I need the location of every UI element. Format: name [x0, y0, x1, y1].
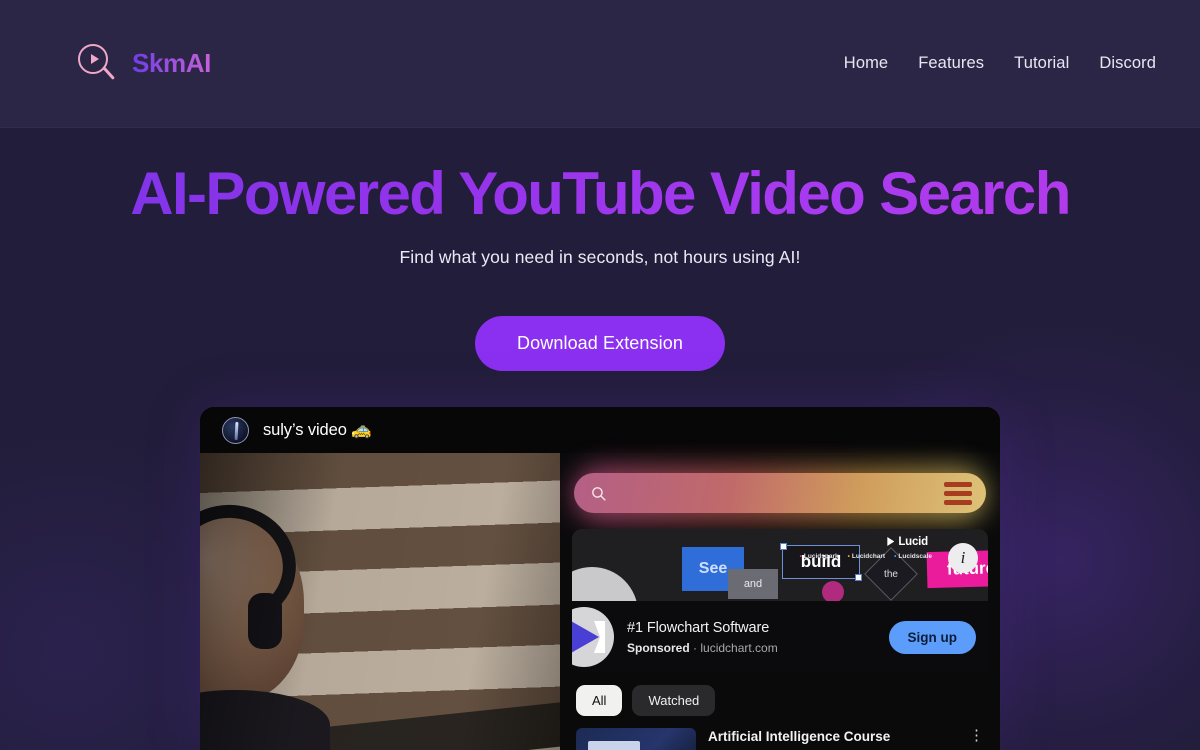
- ad-banner-image: See and build the future Lucid Lucidspar…: [572, 529, 988, 601]
- ad-banner-blob: [572, 567, 638, 601]
- ad-subbrand-list: Lucidspark Lucidchart Lucidscale: [800, 553, 932, 560]
- ad-word-build: build: [780, 543, 862, 581]
- ad-sponsored-line: Sponsored · lucidchart.com: [627, 641, 876, 655]
- filter-chip-all[interactable]: All: [576, 685, 623, 716]
- nav-item-discord[interactable]: Discord: [1099, 54, 1156, 73]
- filter-chip-watched[interactable]: Watched: [632, 685, 716, 716]
- video-vignette: [200, 453, 560, 750]
- search-icon: [590, 485, 607, 502]
- extension-panel: See and build the future Lucid Lucidspar…: [560, 453, 1000, 750]
- ad-cursor-avatar-a: [822, 581, 844, 601]
- magnifier-play-icon: [78, 43, 118, 84]
- sponsored-ad-card[interactable]: See and build the future Lucid Lucidspar…: [572, 529, 988, 673]
- ad-title: #1 Flowchart Software: [627, 619, 770, 636]
- ad-advertiser-logo: [572, 607, 614, 667]
- ad-separator: ·: [693, 640, 698, 655]
- filter-chip-row: All Watched: [572, 685, 988, 716]
- ad-brand-name: Lucid: [887, 536, 928, 548]
- ad-subbrand-lucidspark: Lucidspark: [800, 553, 839, 560]
- video-player-frame[interactable]: [200, 453, 560, 750]
- result-title: Artificial Intelligence Course: [708, 729, 891, 744]
- search-bar-glow: [572, 467, 988, 523]
- hamburger-menu-icon[interactable]: [944, 481, 972, 505]
- ad-word-the: the: [884, 568, 898, 580]
- ad-word-and: and: [728, 569, 778, 599]
- result-list-item[interactable]: Artificial Intelligence Course ⋮: [572, 728, 988, 750]
- brand-name: SkmAI: [132, 48, 211, 78]
- ad-subbrand-lucidscale: Lucidscale: [894, 553, 932, 560]
- info-icon[interactable]: i: [948, 543, 978, 573]
- download-extension-button[interactable]: Download Extension: [475, 316, 725, 372]
- ad-signup-button[interactable]: Sign up: [888, 620, 976, 654]
- nav-item-home[interactable]: Home: [844, 54, 888, 73]
- hero-section: AI-Powered YouTube Video Search Find wha…: [0, 128, 1200, 372]
- video-title: suly’s video 🚕: [263, 420, 372, 439]
- hero-cta-wrapper: Download Extension: [0, 316, 1200, 372]
- site-header: SkmAI Home Features Tutorial Discord: [0, 0, 1200, 128]
- product-preview-panel: suly’s video 🚕 See and build the Lucid •…: [200, 407, 1000, 750]
- ad-sponsored-label: Sponsored: [627, 640, 690, 655]
- channel-avatar-icon: [222, 416, 249, 444]
- main-navigation: Home Features Tutorial Discord: [844, 54, 1156, 73]
- video-header: suly’s video 🚕: [200, 407, 1000, 453]
- ad-meta-row: #1 Flowchart Software Sponsored · lucidc…: [572, 601, 988, 673]
- ad-domain: lucidchart.com: [700, 640, 778, 655]
- search-bar[interactable]: [574, 473, 986, 513]
- ad-subbrand-lucidchart: Lucidchart: [848, 553, 885, 560]
- more-vertical-icon[interactable]: ⋮: [965, 728, 988, 743]
- hero-subtitle: Find what you need in seconds, not hours…: [399, 247, 801, 268]
- ad-text-block: #1 Flowchart Software Sponsored · lucidc…: [627, 620, 876, 655]
- brand-logo-link[interactable]: SkmAI: [78, 43, 211, 84]
- page-title: AI-Powered YouTube Video Search: [0, 160, 1200, 227]
- nav-item-features[interactable]: Features: [918, 54, 984, 73]
- preview-body: See and build the future Lucid Lucidspar…: [200, 453, 1000, 750]
- nav-item-tutorial[interactable]: Tutorial: [1014, 54, 1069, 73]
- result-thumbnail: [576, 728, 696, 750]
